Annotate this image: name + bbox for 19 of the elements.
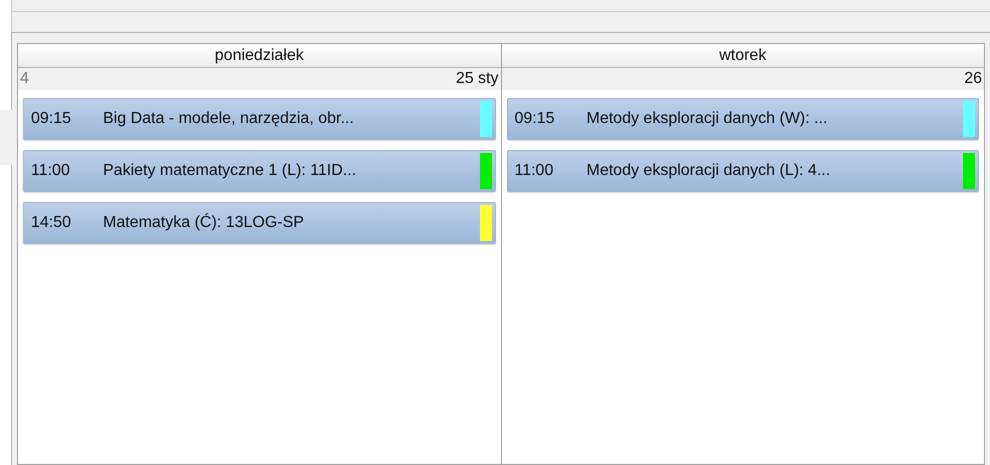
event-time: 09:15 [514,109,556,129]
event-card[interactable]: 11:00 Metody eksploracji danych (L): 4... [506,150,979,192]
day-header: wtorek [502,44,984,68]
event-time: 11:00 [514,161,554,181]
week-number: 4 [20,69,29,89]
event-time: 14:50 [31,213,72,233]
day-date: 26 [964,69,982,89]
event-title: Pakiety matematyczne 1 (L): 11ID... [103,161,358,181]
event-title: Metody eksploracji danych (L): 4... [586,161,832,181]
event-title: Big Data - modele, narzędzia, obr... [103,109,355,129]
event-title: Matematyka (Ć): 13LOG-SP [103,212,305,233]
event-time: 09:15 [31,109,72,129]
event-card[interactable]: 14:50 Matematyka (Ć): 13LOG-SP [23,202,496,244]
day-date: 25 sty [456,69,498,89]
event-card[interactable]: 11:00 Pakiety matematyczne 1 (L): 11ID... [23,150,496,192]
event-title: Metody eksploracji danych (W): ... [586,109,828,129]
event-time: 11:00 [31,161,71,181]
event-card[interactable]: 09:15 Metody eksploracji danych (W): ... [506,98,979,140]
event-card[interactable]: 09:15 Big Data - modele, narzędzia, obr... [23,98,496,140]
